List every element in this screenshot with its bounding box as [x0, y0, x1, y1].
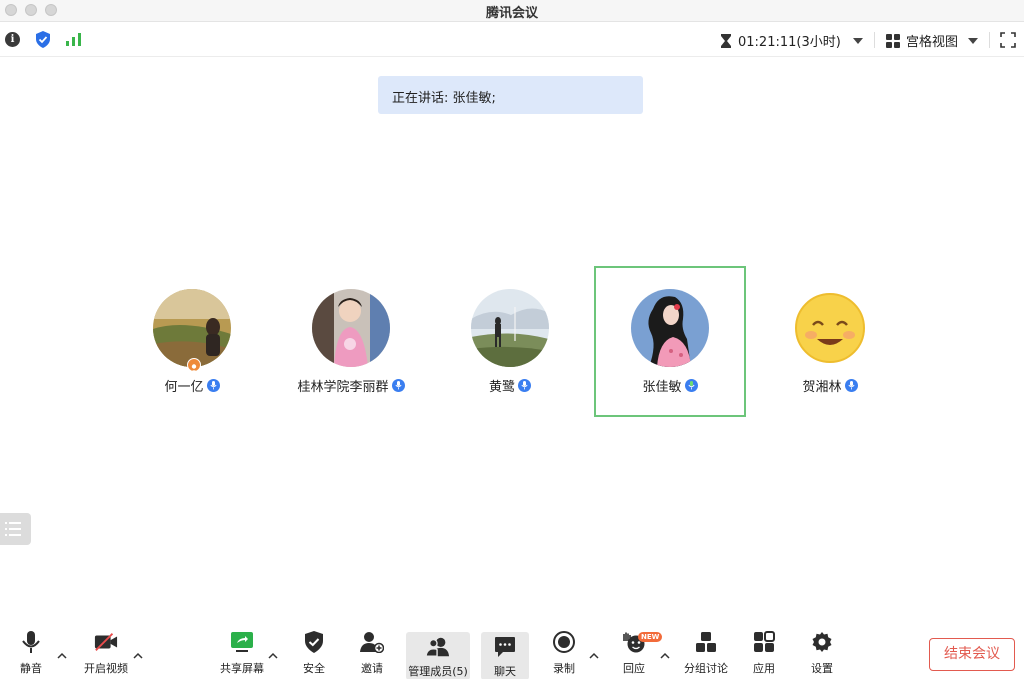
avatar: [312, 289, 390, 367]
participant-name-row: 桂林学院李丽群: [275, 376, 427, 395]
shield-icon[interactable]: [35, 31, 51, 48]
invite-user-icon: [360, 630, 384, 654]
fullscreen-icon[interactable]: [1000, 32, 1016, 48]
chevron-up-icon[interactable]: [57, 652, 67, 660]
apps-icon: [752, 630, 776, 654]
participant-name: 张佳敏: [642, 380, 682, 395]
security-shield-icon: [302, 630, 326, 654]
info-icon[interactable]: i: [5, 32, 20, 47]
share-screen-icon: [230, 630, 254, 654]
participant-name: 黄鹭: [488, 380, 515, 395]
avatar: [153, 289, 231, 367]
new-badge: NEW: [638, 632, 663, 642]
list-icon: [5, 522, 21, 536]
participant-name-row: 黄鹭: [434, 376, 586, 395]
view-switch[interactable]: 宫格视图: [886, 31, 979, 50]
members-icon: [426, 635, 450, 659]
signal-icon[interactable]: [66, 33, 81, 46]
window-title: 腾讯会议: [485, 6, 538, 21]
participant-tile[interactable]: 黄鹭: [434, 266, 586, 417]
participant-tile[interactable]: 何一亿: [116, 266, 268, 417]
view-label: 宫格视图: [906, 35, 959, 50]
record-icon: [552, 630, 576, 654]
avatar: [791, 289, 869, 367]
security-button[interactable]: 安全: [300, 630, 328, 676]
chevron-up-icon[interactable]: [133, 652, 143, 660]
record-button[interactable]: 录制: [550, 630, 578, 676]
breakout-button[interactable]: 分组讨论: [682, 630, 730, 676]
start-video-button[interactable]: 开启视频: [82, 630, 130, 676]
meeting-info-bar: i 01:21:11(3小时) 宫格视图: [0, 22, 1024, 57]
apps-button[interactable]: 应用: [750, 630, 778, 676]
participant-name-row: 何一亿: [116, 376, 268, 395]
chat-button[interactable]: 聊天: [481, 632, 529, 679]
timer-text: 01:21:11(3小时): [738, 35, 841, 50]
title-bar: 腾讯会议: [0, 0, 1024, 22]
meeting-timer[interactable]: 01:21:11(3小时): [720, 31, 863, 50]
mic-icon: [844, 379, 858, 392]
participant-tile[interactable]: 桂林学院李丽群: [275, 266, 427, 417]
chat-icon: [493, 635, 517, 659]
invite-button[interactable]: 邀请: [358, 630, 386, 676]
participant-tile-active-speaker[interactable]: 张佳敏: [594, 266, 746, 417]
settings-button[interactable]: 设置: [808, 630, 836, 676]
mute-button[interactable]: 静音: [15, 630, 47, 676]
hourglass-icon: [721, 33, 731, 48]
video-off-icon: [94, 630, 118, 654]
host-badge-icon: [187, 358, 201, 373]
settings-gear-icon: [810, 630, 834, 654]
mic-icon: [206, 379, 220, 392]
participant-name-row: 贺湘林: [754, 376, 906, 395]
mic-icon: [19, 630, 43, 654]
mic-icon: [518, 379, 531, 392]
divider: [989, 32, 990, 48]
breakout-icon: [694, 630, 718, 654]
grid-view-icon: [886, 33, 900, 48]
member-list-toggle[interactable]: [0, 513, 31, 545]
chevron-up-icon[interactable]: [660, 652, 670, 660]
share-screen-button[interactable]: 共享屏幕: [218, 630, 266, 676]
bottom-toolbar: 静音 开启视频 共享屏幕 安全 邀请 管理成员(5) 聊天 录制 回应 分组讨论…: [0, 622, 1024, 679]
manage-members-button[interactable]: 管理成员(5): [406, 632, 470, 679]
mic-speaking-icon: [684, 379, 698, 392]
participant-tile[interactable]: 贺湘林: [754, 266, 906, 417]
avatar: [471, 289, 549, 367]
chevron-down-icon: [852, 37, 863, 44]
chevron-down-icon: [968, 37, 979, 44]
avatar: [631, 289, 709, 367]
divider: [874, 32, 875, 48]
participant-name-row: 张佳敏: [596, 376, 744, 395]
mic-icon: [391, 379, 405, 392]
participant-name: 贺湘林: [802, 380, 842, 395]
participant-name: 桂林学院李丽群: [297, 380, 389, 395]
end-meeting-button[interactable]: 结束会议: [929, 638, 1015, 671]
participant-name: 何一亿: [164, 380, 204, 395]
speaking-banner: 正在讲话: 张佳敏;: [378, 76, 643, 114]
chevron-up-icon[interactable]: [268, 652, 278, 660]
chevron-up-icon[interactable]: [589, 652, 599, 660]
